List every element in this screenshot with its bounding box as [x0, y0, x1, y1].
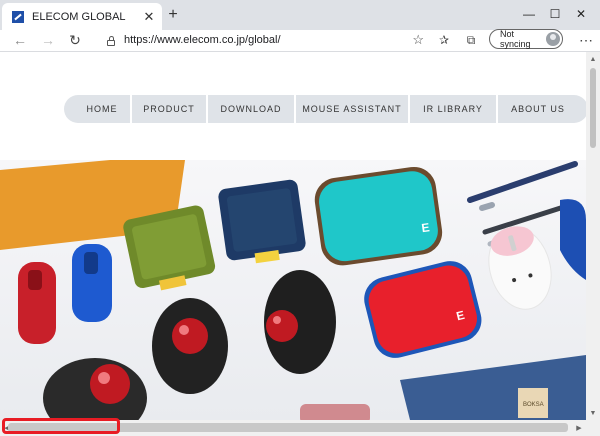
- vertical-scroll-thumb[interactable]: [590, 68, 596, 148]
- avatar: [546, 32, 560, 46]
- product-photo: E E BOKSA: [0, 160, 586, 420]
- address-bar[interactable]: https://www.elecom.co.jp/global/ ☆: [98, 30, 426, 50]
- red-mouse: [18, 262, 56, 344]
- denim-pouch: BOKSA: [400, 355, 586, 420]
- nav-item-download[interactable]: DOWNLOAD: [208, 95, 294, 123]
- scroll-right-icon[interactable]: ▶: [572, 421, 586, 435]
- scroll-up-icon[interactable]: ▲: [586, 52, 600, 66]
- nav-item-product[interactable]: PRODUCT: [132, 95, 206, 123]
- star-icon[interactable]: ☆: [412, 32, 424, 48]
- navy-storage-case: [218, 179, 306, 264]
- tab-title: ELECOM GLOBAL: [32, 10, 126, 23]
- trackball-mouse: [264, 270, 336, 374]
- close-icon[interactable]: ✕: [562, 0, 600, 28]
- tag-text: BOKSA: [523, 402, 544, 408]
- sync-status-label: Not syncing: [500, 29, 531, 49]
- hero-image[interactable]: E E BOKSA: [0, 160, 586, 420]
- trackball-mouse: [152, 298, 228, 394]
- back-arrow-icon[interactable]: ←: [10, 30, 30, 50]
- browser-tab[interactable]: ELECOM GLOBAL ✕: [2, 3, 162, 30]
- cyan-pouch: E: [314, 166, 443, 266]
- site-nav-bar: HOME PRODUCT DOWNLOAD MOUSE ASSISTANT IR…: [64, 95, 586, 123]
- nav-item-ir-library[interactable]: IR LIBRARY: [410, 95, 496, 123]
- favorites-icon[interactable]: ✰: [435, 31, 453, 49]
- nav-item-mouse-assistant[interactable]: MOUSE ASSISTANT: [296, 95, 408, 123]
- forward-arrow-icon[interactable]: →: [38, 30, 58, 50]
- refresh-icon[interactable]: ↻: [65, 30, 85, 50]
- white-mouse: [488, 226, 552, 310]
- profile-sync-button[interactable]: Not syncing: [489, 29, 563, 49]
- blue-mouse-left: [72, 244, 112, 322]
- nav-item-home[interactable]: HOME: [74, 95, 130, 123]
- collections-icon[interactable]: ⧉: [462, 31, 480, 49]
- red-pouch: E: [364, 261, 482, 358]
- trackball-mouse: [43, 358, 147, 420]
- site-favicon-icon: [12, 10, 24, 23]
- lock-icon: [106, 35, 116, 46]
- new-tab-icon[interactable]: +: [164, 6, 182, 24]
- tab-close-icon[interactable]: ✕: [140, 8, 158, 26]
- url-text[interactable]: https://www.elecom.co.jp/global/: [124, 34, 412, 46]
- more-icon[interactable]: ⋯: [576, 30, 596, 50]
- nav-item-about-us[interactable]: ABOUT US: [498, 95, 578, 123]
- scrollbar-highlight-box: [2, 418, 120, 434]
- scroll-down-icon[interactable]: ▼: [586, 406, 600, 420]
- page-viewport: HOME PRODUCT DOWNLOAD MOUSE ASSISTANT IR…: [0, 52, 586, 420]
